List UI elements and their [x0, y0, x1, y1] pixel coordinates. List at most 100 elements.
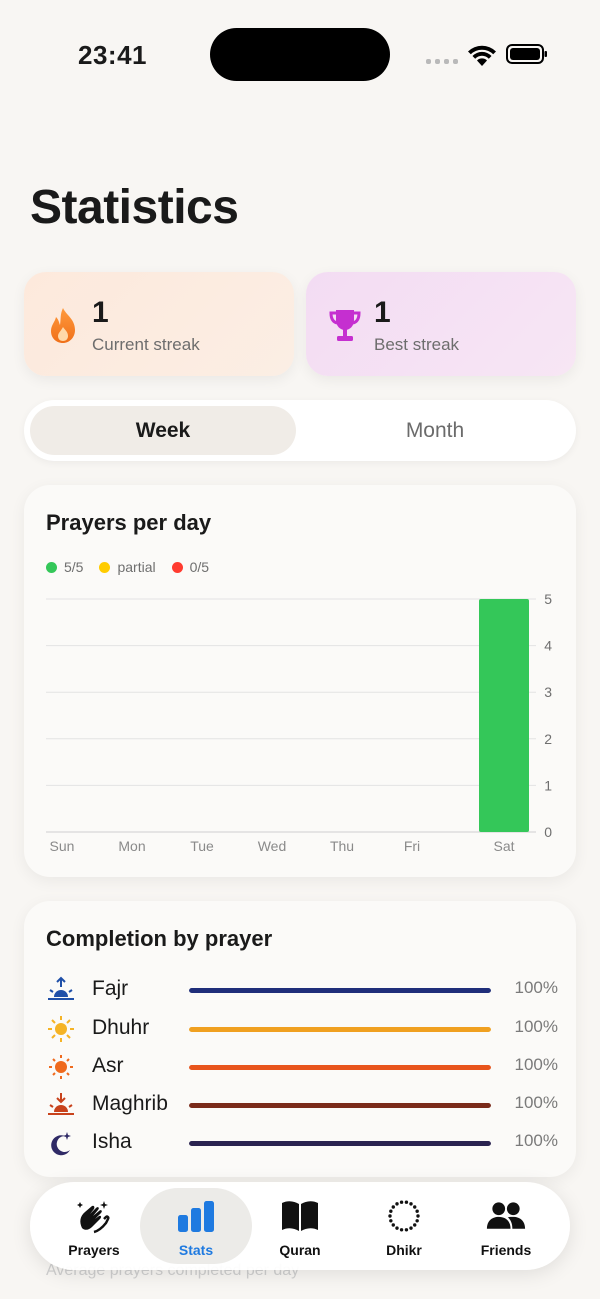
prayers-per-day-card: 0 1 2 3 4 5 Sun Mon Tue Wed Thu Fri Sat Prayers per … [24, 485, 576, 877]
prayer-progress-fill [189, 988, 491, 993]
tab-bar: Prayers Stats Quran Dhikr Friends [30, 1182, 570, 1270]
legend-dot-partial [99, 561, 111, 573]
cellular-signal-icon [426, 59, 458, 64]
x-tick-label: Tue [190, 838, 214, 854]
prayer-progress-bar [189, 1027, 491, 1032]
current-streak-label: Current streak [92, 335, 200, 354]
moon-icon [51, 1132, 71, 1156]
bead [404, 1228, 409, 1232]
tab-label: Stats [178, 1242, 214, 1258]
sunrise-icon [48, 976, 74, 1000]
page-title: Statistics [30, 181, 239, 234]
prayers-per-day-chart: 0 1 2 3 4 5 Sun Mon Tue Wed Thu Fri Sat [46, 591, 552, 854]
tab-friends[interactable]: Friends [450, 1188, 562, 1264]
prayer-progress-bar [189, 988, 491, 993]
period-segmented-control: Week Month [24, 400, 576, 461]
sunset-icon [48, 1093, 74, 1115]
bead [409, 1202, 413, 1206]
sun-icon [48, 1016, 74, 1042]
wifi-icon [468, 45, 496, 66]
prayer-percent: 100% [514, 1131, 558, 1150]
book-icon [282, 1201, 318, 1231]
y-tick-label: 0 [544, 824, 552, 840]
y-tick-label: 1 [544, 777, 552, 793]
tab-dhikr[interactable]: Dhikr [348, 1188, 460, 1264]
bead [389, 1209, 393, 1213]
legend-dot-full [46, 561, 57, 573]
beads-icon [388, 1200, 420, 1232]
prayer-progress-fill [189, 1103, 491, 1108]
y-tick-label: 3 [544, 684, 552, 700]
x-tick-label: Sat [493, 838, 514, 854]
bead [415, 1209, 419, 1213]
prayer-row-fajr: Fajr 100% [46, 975, 558, 1005]
status-bar: 23:41 [0, 0, 600, 110]
legend-item-partial: partial [99, 559, 156, 575]
prayer-progress-fill [189, 1065, 491, 1070]
prayer-percent: 100% [514, 978, 558, 997]
praying-hands-icon [77, 1201, 110, 1234]
status-time: 23:41 [78, 40, 147, 70]
tab-label: Quran [279, 1242, 321, 1258]
bead [399, 1228, 404, 1232]
legend-dot-none [171, 561, 183, 573]
best-streak-value: 1 [374, 296, 391, 329]
bead [395, 1202, 399, 1206]
prayer-progress-fill [189, 1141, 491, 1146]
prayer-progress-fill [189, 1027, 491, 1032]
completion-by-prayer-card: Completion by prayer Fajr 100% Dhuhr 100… [24, 901, 576, 1177]
prayer-row-dhuhr: Dhuhr 100% [46, 1014, 558, 1044]
prayer-percent: 100% [514, 1055, 558, 1074]
y-tick-label: 5 [544, 591, 552, 607]
bead [391, 1223, 395, 1227]
prayer-row-maghrib: Maghrib 100% [46, 1090, 558, 1120]
prayer-row-asr: Asr 100% [46, 1052, 558, 1082]
bar-chart-icon [178, 1201, 214, 1232]
legend-item-none: 0/5 [171, 559, 209, 575]
prayer-progress-bar [189, 1065, 491, 1070]
bead [416, 1214, 420, 1218]
y-tick-label: 4 [544, 638, 552, 654]
segment-week[interactable]: Week [30, 406, 296, 455]
prayer-name: Maghrib [92, 1092, 168, 1115]
x-tick-label: Mon [118, 838, 145, 854]
x-tick-label: Sun [50, 838, 75, 854]
prayer-percent: 100% [514, 1093, 558, 1112]
bead [413, 1223, 417, 1227]
x-tick-label: Wed [258, 838, 287, 854]
segment-month[interactable]: Month [300, 406, 570, 455]
chart-title: Prayers per day [46, 510, 212, 535]
prayer-name: Dhuhr [92, 1016, 150, 1039]
sun-small-icon [49, 1055, 73, 1079]
bead [389, 1219, 393, 1223]
flame-icon [51, 308, 75, 343]
completion-title: Completion by prayer [46, 926, 273, 951]
tab-prayers[interactable]: Prayers [38, 1188, 150, 1264]
x-tick-label: Thu [330, 838, 354, 854]
dynamic-island [210, 28, 390, 81]
legend-label-partial: partial [117, 559, 156, 575]
bead [409, 1226, 413, 1230]
prayer-name: Asr [92, 1054, 124, 1077]
legend-item-full: 5/5 [46, 559, 83, 575]
bead [395, 1226, 399, 1230]
bead [391, 1205, 395, 1209]
x-tick-label: Fri [404, 838, 420, 854]
tab-stats[interactable]: Stats [140, 1188, 252, 1264]
prayer-progress-bar [189, 1141, 491, 1146]
tab-label: Prayers [68, 1242, 120, 1258]
tab-quran[interactable]: Quran [244, 1188, 356, 1264]
best-streak-label: Best streak [374, 335, 460, 354]
chart-legend: 5/5 partial 0/5 [46, 559, 209, 575]
trophy-icon [329, 310, 361, 341]
people-icon [486, 1202, 526, 1229]
current-streak-card: 1 Current streak [24, 272, 294, 376]
y-tick-label: 2 [544, 731, 552, 747]
prayer-percent: 100% [514, 1017, 558, 1036]
prayer-name: Fajr [92, 977, 129, 1000]
prayer-progress-bar [189, 1103, 491, 1108]
tab-label: Friends [480, 1242, 532, 1258]
legend-label-full: 5/5 [64, 559, 84, 575]
current-streak-value: 1 [92, 296, 109, 329]
tab-label: Dhikr [386, 1242, 422, 1258]
